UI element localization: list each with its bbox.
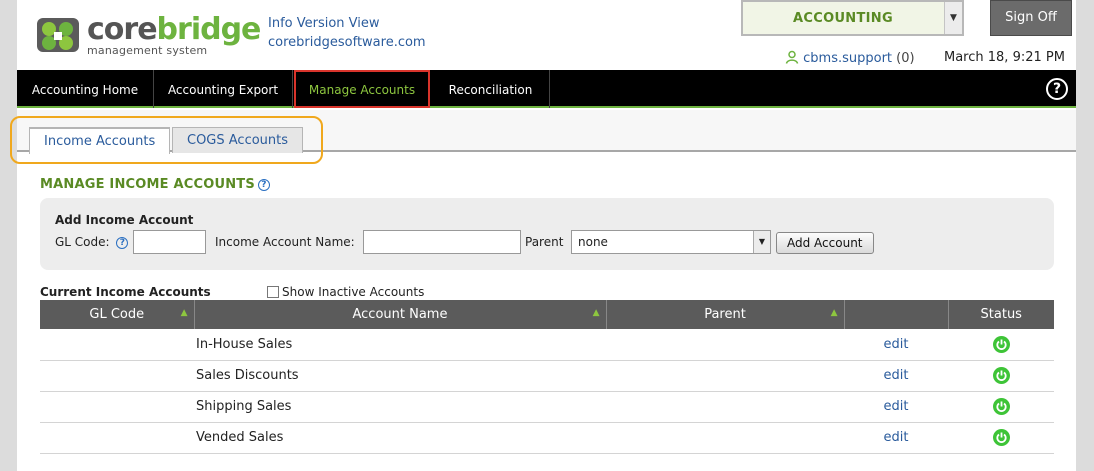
col-actions [844, 300, 949, 329]
module-label: ACCOUNTING [793, 11, 893, 26]
power-on-icon[interactable] [992, 398, 1010, 415]
nav-reconciliation[interactable]: Reconciliation [432, 70, 550, 108]
parent-select-value: none [578, 235, 608, 249]
cell-account-name: In-House Sales [194, 329, 606, 361]
logo-bridge-text: bridge [156, 12, 262, 47]
cell-account-name: Shipping Sales [194, 391, 606, 423]
sort-both-icon[interactable]: ▲︎ [593, 308, 600, 318]
edit-link[interactable]: edit [844, 329, 948, 361]
cell-parent [606, 329, 844, 361]
col-account-name[interactable]: Account Name ▲︎ [194, 300, 607, 329]
sign-off-button[interactable]: Sign Off [990, 0, 1072, 36]
help-icon[interactable]: ? [1046, 78, 1068, 100]
table-header-row: GL Code ▲ Account Name ▲︎ Parent ▲︎ Status [40, 300, 1054, 329]
gl-code-label: GL Code: ? [55, 235, 129, 249]
header-links: Info Version View corebridgesoftware.com [268, 14, 426, 52]
col-status: Status [948, 300, 1054, 329]
cell-gl-code [40, 360, 194, 392]
date-time: March 18, 9:21 PM [944, 50, 1065, 65]
edit-link[interactable]: edit [844, 422, 948, 454]
cell-gl-code [40, 422, 194, 454]
accounts-table: GL Code ▲ Account Name ▲︎ Parent ▲︎ Status … [40, 300, 1054, 454]
chevron-down-icon[interactable]: ▼ [753, 231, 770, 253]
add-account-button[interactable]: Add Account [776, 232, 874, 254]
account-name-input[interactable] [363, 230, 521, 254]
cell-gl-code [40, 391, 194, 423]
parent-label: Parent [525, 235, 564, 249]
power-on-icon[interactable] [992, 367, 1010, 384]
cell-parent [606, 360, 844, 392]
cell-gl-code [40, 329, 194, 361]
current-accounts-title: Current Income Accounts [40, 285, 211, 299]
sort-both-icon[interactable]: ▲︎ [831, 308, 838, 318]
nav-manage-accounts[interactable]: Manage Accounts [294, 70, 430, 108]
chevron-down-icon[interactable]: ▼ [944, 2, 962, 34]
user-icon [785, 50, 799, 64]
power-on-icon[interactable] [992, 335, 1010, 353]
cell-account-name: Vended Sales [194, 422, 606, 454]
edit-link[interactable]: edit [844, 391, 948, 423]
show-inactive-toggle[interactable]: Show Inactive Accounts [267, 285, 424, 299]
logo-core-text: core [87, 12, 158, 47]
edit-link[interactable]: edit [844, 360, 948, 392]
table-row: Sales Discounts edit [40, 360, 1054, 392]
cell-account-name: Sales Discounts [194, 360, 606, 392]
page-title: MANAGE INCOME ACCOUNTS? [40, 177, 270, 192]
parent-select[interactable]: none ▼ [571, 230, 771, 254]
site-link[interactable]: corebridgesoftware.com [268, 33, 426, 52]
sort-asc-icon[interactable]: ▲ [181, 308, 188, 318]
cell-parent [606, 422, 844, 454]
corebridge-logo[interactable]: corebridge management system [35, 12, 261, 57]
add-account-title: Add Income Account [55, 213, 194, 227]
table-row: Shipping Sales edit [40, 391, 1054, 423]
nav-accounting-export[interactable]: Accounting Export [154, 70, 293, 108]
module-selector[interactable]: ACCOUNTING ▼ [741, 0, 964, 36]
main-nav: Accounting Home Accounting Export Manage… [17, 70, 1076, 108]
col-parent[interactable]: Parent ▲︎ [606, 300, 845, 329]
logo-subtitle: management system [87, 44, 208, 57]
tabs-highlight-outline [10, 116, 323, 164]
help-question-icon[interactable]: ? [257, 179, 270, 191]
show-inactive-checkbox[interactable] [267, 286, 279, 298]
power-on-icon[interactable] [992, 429, 1010, 446]
cell-parent [606, 391, 844, 423]
table-row: In-House Sales edit [40, 329, 1054, 361]
nav-accounting-home[interactable]: Accounting Home [17, 70, 154, 108]
gl-code-input[interactable] [133, 230, 206, 254]
user-info: cbms.support (0) [785, 50, 915, 66]
message-count[interactable]: (0) [896, 51, 914, 66]
logo-mark-icon [37, 18, 79, 52]
add-account-panel: Add Income Account GL Code: ? Income Acc… [40, 198, 1054, 270]
show-inactive-label: Show Inactive Accounts [282, 285, 425, 299]
account-name-label: Income Account Name: [215, 235, 355, 249]
col-gl-code[interactable]: GL Code ▲ [40, 300, 195, 329]
gl-help-icon[interactable]: ? [116, 237, 129, 249]
page-title-text: MANAGE INCOME ACCOUNTS [40, 177, 255, 192]
table-row: Vended Sales edit [40, 422, 1054, 454]
username-link[interactable]: cbms.support [803, 51, 892, 66]
info-version-link[interactable]: Info Version View [268, 14, 426, 33]
page: corebridge management system Info Versio… [10, 0, 1076, 471]
